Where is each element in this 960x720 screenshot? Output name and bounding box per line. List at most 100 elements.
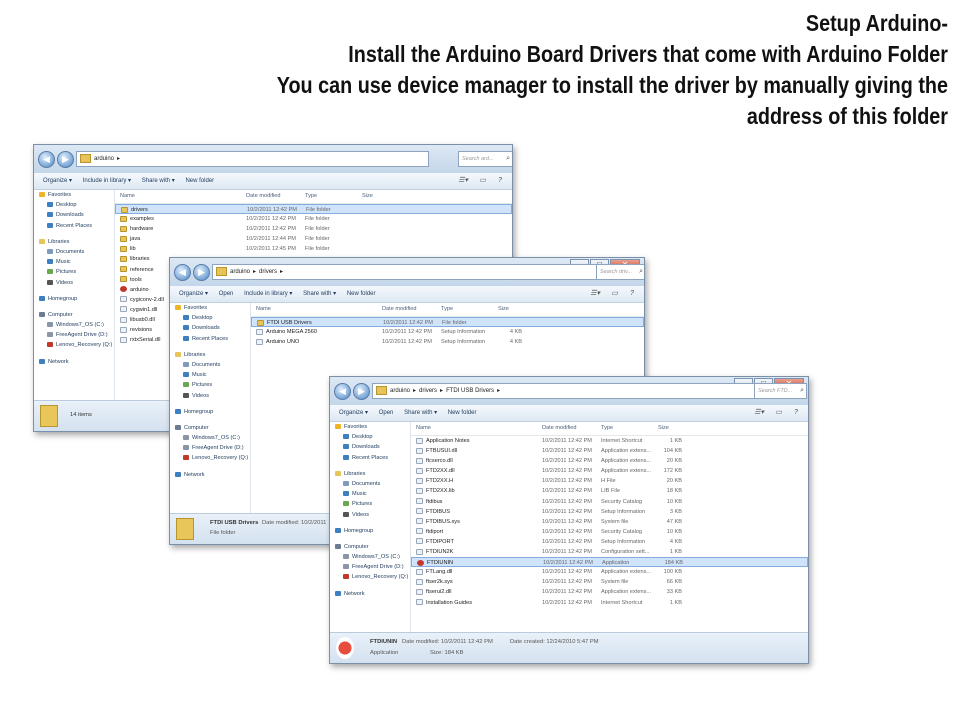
nav-item-computer[interactable]: Computer [330, 542, 410, 552]
breadcrumb[interactable]: arduino ▸ [94, 156, 123, 162]
breadcrumb-separator-icon[interactable]: ▸ [117, 156, 120, 162]
new-folder-button[interactable]: New folder [347, 291, 376, 297]
nav-item-computer[interactable]: Computer [170, 423, 250, 433]
help-icon[interactable]: ? [498, 173, 502, 189]
help-icon[interactable]: ? [630, 286, 634, 302]
column-size[interactable]: Size [362, 190, 373, 203]
column-size[interactable]: Size [498, 303, 509, 316]
search-input[interactable]: Search ard... ⌕ [458, 151, 512, 167]
back-icon[interactable]: ◀ [38, 151, 55, 168]
table-row[interactable]: Application Notes 10/2/2011 12:42 PM Inter… [411, 436, 808, 446]
breadcrumb-separator-icon[interactable]: ▸ [253, 269, 256, 275]
breadcrumb-item[interactable]: FTDI USB Drivers [446, 388, 494, 394]
column-name[interactable]: Name [256, 303, 271, 316]
open-button[interactable]: Open [379, 410, 394, 416]
nav-item-desktop[interactable]: Desktop [170, 313, 250, 323]
nav-item-music[interactable]: Music [170, 370, 250, 380]
forward-icon[interactable]: ▶ [57, 151, 74, 168]
nav-item-network[interactable]: Network [330, 589, 410, 599]
nav-item-drive_d[interactable]: FreeAgent Drive (D:) [330, 562, 410, 572]
column-name[interactable]: Name [120, 190, 135, 203]
column-type[interactable]: Type [601, 422, 613, 435]
column-type[interactable]: Type [441, 303, 453, 316]
nav-item-network[interactable]: Network [170, 470, 250, 480]
breadcrumb-item[interactable]: arduino [230, 269, 250, 275]
nav-item-libraries[interactable]: Libraries [170, 350, 250, 360]
address-bar[interactable]: arduino ▸ drivers ▸ [212, 264, 597, 280]
new-folder-button[interactable]: New folder [448, 410, 477, 416]
table-row[interactable]: lib 10/2/2011 12:45 PM File folder [115, 244, 512, 254]
column-type[interactable]: Type [305, 190, 317, 203]
nav-item-network[interactable]: Network [34, 357, 114, 367]
nav-item-drive_c[interactable]: Windows7_OS (C:) [330, 552, 410, 562]
address-bar[interactable]: arduino ▸ [76, 151, 429, 167]
organize-button[interactable]: Organize ▾ [339, 410, 368, 416]
nav-item-videos[interactable]: Videos [330, 510, 410, 520]
nav-item-documents[interactable]: Documents [170, 360, 250, 370]
share-with-button[interactable]: Share with ▾ [404, 410, 437, 416]
table-row[interactable]: ftserui2.dll 10/2/2011 12:42 PM Applicatio… [411, 587, 808, 597]
title-bar[interactable]: –□✕ ◀▶ arduino▸drivers▸ Search driv...⌕ [170, 258, 644, 286]
nav-item-favorites[interactable]: Favorites [170, 303, 250, 313]
column-size[interactable]: Size [658, 422, 669, 435]
nav-item-pictures[interactable]: Pictures [170, 380, 250, 390]
nav-item-desktop[interactable]: Desktop [330, 432, 410, 442]
organize-button[interactable]: Organize ▾ [43, 178, 72, 184]
share-with-button[interactable]: Share with ▾ [303, 291, 336, 297]
table-row[interactable]: FTDIPORT 10/2/2011 12:42 PM Setup Informat… [411, 537, 808, 547]
back-icon[interactable]: ◀ [334, 383, 351, 400]
nav-item-music[interactable]: Music [330, 489, 410, 499]
include-in-library-button[interactable]: Include in library ▾ [83, 178, 131, 184]
table-row[interactable]: FTBUSUI.dll 10/2/2011 12:42 PM Application… [411, 446, 808, 456]
table-row[interactable]: FTDI USB Drivers 10/2/2011 12:42 PM File f… [251, 317, 644, 328]
table-row[interactable]: Arduino UNO 10/2/2011 12:42 PM Setup Infor… [251, 337, 644, 347]
title-bar[interactable]: –□✕ ◀▶ arduino▸drivers▸FTDI USB Drivers▸… [330, 377, 808, 405]
nav-item-favorites[interactable]: Favorites [330, 422, 410, 432]
table-row[interactable]: FTDIUNIN 10/2/2011 12:42 PM Application 184… [411, 557, 808, 568]
view-options-icon[interactable]: ☰▾ [754, 405, 764, 421]
nav-item-downloads[interactable]: Downloads [34, 210, 114, 220]
breadcrumb-separator-icon[interactable]: ▸ [413, 388, 416, 394]
table-row[interactable]: FTDIBUS 10/2/2011 12:42 PM Setup Informati… [411, 507, 808, 517]
column-name[interactable]: Name [416, 422, 431, 435]
table-row[interactable]: FTD2XX.lib 10/2/2011 12:42 PM LIB File 18 K… [411, 486, 808, 496]
nav-item-pictures[interactable]: Pictures [330, 499, 410, 509]
help-icon[interactable]: ? [794, 405, 798, 421]
nav-item-drive_c[interactable]: Windows7_OS (C:) [170, 433, 250, 443]
forward-icon[interactable]: ▶ [353, 383, 370, 400]
nav-item-recent[interactable]: Recent Places [170, 334, 250, 344]
nav-item-documents[interactable]: Documents [34, 247, 114, 257]
share-with-button[interactable]: Share with ▾ [142, 178, 175, 184]
nav-item-downloads[interactable]: Downloads [170, 323, 250, 333]
nav-item-downloads[interactable]: Downloads [330, 442, 410, 452]
nav-item-videos[interactable]: Videos [34, 278, 114, 288]
nav-item-libraries[interactable]: Libraries [34, 237, 114, 247]
breadcrumb-separator-icon[interactable]: ▸ [280, 269, 283, 275]
new-folder-button[interactable]: New folder [185, 178, 214, 184]
table-row[interactable]: Arduino MEGA 2560 10/2/2011 12:42 PM Setup… [251, 327, 644, 337]
breadcrumb[interactable]: arduino ▸ drivers ▸ [230, 269, 286, 275]
nav-item-pictures[interactable]: Pictures [34, 267, 114, 277]
nav-item-music[interactable]: Music [34, 257, 114, 267]
breadcrumb-separator-icon[interactable]: ▸ [440, 388, 443, 394]
breadcrumb-separator-icon[interactable]: ▸ [497, 388, 500, 394]
column-date[interactable]: Date modified [246, 190, 281, 203]
search-input[interactable]: Search driv... ⌕ [596, 264, 644, 280]
back-icon[interactable]: ◀ [174, 264, 191, 281]
table-row[interactable]: ftdibus 10/2/2011 12:42 PM Security Catalo… [411, 497, 808, 507]
nav-item-drive_d[interactable]: FreeAgent Drive (D:) [170, 443, 250, 453]
nav-item-drive_d[interactable]: FreeAgent Drive (D:) [34, 330, 114, 340]
table-row[interactable]: hardware 10/2/2011 12:42 PM File folder [115, 224, 512, 234]
table-row[interactable]: examples 10/2/2011 12:42 PM File folder [115, 214, 512, 224]
explorer-window-ftdi[interactable]: –□✕ ◀▶ arduino▸drivers▸FTDI USB Drivers▸… [329, 376, 809, 664]
breadcrumb-item[interactable]: drivers [419, 388, 437, 394]
nav-item-homegroup[interactable]: Homegroup [170, 407, 250, 417]
breadcrumb-item[interactable]: arduino [390, 388, 410, 394]
search-input[interactable]: Search FTD... ⌕ [754, 383, 807, 399]
nav-item-homegroup[interactable]: Homegroup [330, 526, 410, 536]
nav-item-drive_c[interactable]: Windows7_OS (C:) [34, 320, 114, 330]
table-row[interactable]: FTD2XX.H 10/2/2011 12:42 PM H File 20 KB [411, 476, 808, 486]
nav-item-drive_q[interactable]: Lenovo_Recovery (Q:) [170, 453, 250, 463]
preview-pane-icon[interactable]: ▭ [479, 173, 486, 189]
organize-button[interactable]: Organize ▾ [179, 291, 208, 297]
